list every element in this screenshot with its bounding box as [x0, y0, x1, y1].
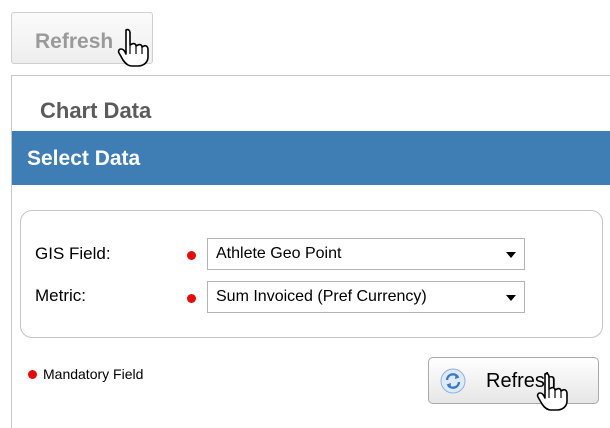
- chart-data-panel: Chart Data Select Data GIS Field: Athlet…: [11, 75, 610, 428]
- chevron-down-icon: [506, 252, 516, 258]
- gis-field-value: Athlete Geo Point: [216, 245, 342, 262]
- metric-value: Sum Invoiced (Pref Currency): [216, 288, 427, 305]
- mandatory-legend: Mandatory Field: [43, 366, 144, 382]
- refresh-label: Refresh: [486, 370, 557, 392]
- required-indicator: [187, 251, 196, 260]
- refresh-arrows-icon: [440, 368, 466, 394]
- select-data-form: GIS Field: Athlete Geo Point Metric: Sum…: [20, 210, 603, 338]
- section-title: Select Data: [27, 147, 141, 170]
- panel-title: Chart Data: [40, 98, 152, 123]
- gis-field-label: GIS Field:: [35, 244, 111, 263]
- gis-field-select[interactable]: Athlete Geo Point: [207, 238, 525, 270]
- refresh-button[interactable]: Refresh: [428, 357, 599, 404]
- required-indicator: [187, 294, 196, 303]
- top-refresh-label: Refresh: [35, 30, 114, 53]
- top-refresh-button[interactable]: Refresh: [11, 12, 153, 64]
- chevron-down-icon: [506, 295, 516, 301]
- metric-label: Metric:: [35, 286, 86, 305]
- metric-select[interactable]: Sum Invoiced (Pref Currency): [207, 281, 525, 313]
- select-data-header: Select Data: [12, 131, 610, 185]
- mandatory-dot: [28, 370, 37, 379]
